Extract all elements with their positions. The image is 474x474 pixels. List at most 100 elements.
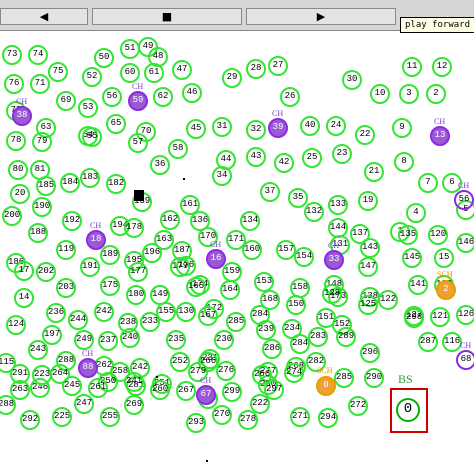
sensor-node[interactable]: 299 <box>222 382 242 402</box>
sensor-node[interactable]: 270 <box>212 405 232 425</box>
stop-button[interactable]: ■ <box>92 8 242 25</box>
sensor-node[interactable]: 69 <box>56 91 76 111</box>
sensor-node[interactable]: 175 <box>100 276 120 296</box>
sensor-node[interactable]: 71 <box>30 74 50 94</box>
sensor-node[interactable]: 164 <box>220 280 240 300</box>
sensor-node[interactable]: 28 <box>246 59 266 79</box>
sensor-node[interactable]: 191 <box>80 257 100 277</box>
sensor-node[interactable]: 74 <box>28 45 48 65</box>
sensor-node[interactable]: 62 <box>153 87 173 107</box>
sensor-node[interactable]: 290 <box>364 368 384 388</box>
sensor-node[interactable]: 24 <box>326 116 346 136</box>
sensor-node[interactable]: 239 <box>256 320 276 340</box>
cluster-head-node[interactable]: 16 <box>206 249 226 269</box>
sensor-node[interactable]: 9 <box>392 118 412 138</box>
sensor-node[interactable]: 293 <box>186 413 206 433</box>
sensor-node[interactable]: 75 <box>48 62 68 82</box>
sensor-node[interactable]: 46 <box>182 83 202 103</box>
cluster-head-node[interactable]: 59 <box>128 91 148 111</box>
cluster-head-node[interactable]: 38 <box>12 106 32 126</box>
sensor-node[interactable]: 269 <box>124 395 144 415</box>
sensor-node[interactable]: 126 <box>456 305 474 325</box>
sensor-node[interactable]: 65 <box>106 114 126 134</box>
play-forward-button[interactable]: ▶ <box>246 8 396 25</box>
sensor-node[interactable]: 25 <box>302 148 322 168</box>
sensor-node[interactable]: 60 <box>120 63 140 83</box>
cluster-head-node[interactable]: 68 <box>456 350 474 370</box>
sensor-node[interactable]: 160 <box>242 240 262 260</box>
sensor-node[interactable]: 167 <box>198 306 218 326</box>
sensor-node[interactable]: 244 <box>68 310 88 330</box>
sensor-node[interactable]: 241 <box>124 372 144 392</box>
sensor-node[interactable]: 184 <box>60 173 80 193</box>
sensor-node[interactable]: 153 <box>254 272 274 292</box>
sensor-node[interactable]: 278 <box>238 410 258 430</box>
sensor-node[interactable]: 274 <box>284 363 304 383</box>
sensor-node[interactable]: 283 <box>308 327 328 347</box>
sensor-node[interactable]: 285 <box>226 312 246 332</box>
base-station-node[interactable]: 0 <box>396 398 420 422</box>
sensor-node[interactable]: 15 <box>434 248 454 268</box>
sensor-node[interactable]: 284 <box>290 334 310 354</box>
sensor-node[interactable]: 266 <box>252 365 272 385</box>
sensor-node[interactable]: 165 <box>186 277 206 297</box>
sensor-node[interactable]: 272 <box>348 396 368 416</box>
sensor-node[interactable]: 261 <box>88 378 108 398</box>
sensor-node[interactable]: 7 <box>418 173 438 193</box>
sensor-node[interactable]: 80 <box>8 160 28 180</box>
sensor-node[interactable]: 200 <box>2 206 22 226</box>
sensor-node[interactable]: 145 <box>402 248 422 268</box>
sensor-node[interactable]: 8 <box>394 152 414 172</box>
sensor-node[interactable]: 292 <box>20 410 40 430</box>
sensor-node[interactable]: 130 <box>176 302 196 322</box>
sensor-node[interactable]: 247 <box>74 394 94 414</box>
sensor-node[interactable]: 26 <box>280 87 300 107</box>
sensor-node[interactable]: 20 <box>10 184 30 204</box>
sensor-node[interactable]: 188 <box>28 223 48 243</box>
cluster-head-node[interactable]: 67 <box>196 385 216 405</box>
secondary-cluster-head-node[interactable]: 0 <box>316 376 336 396</box>
sensor-node[interactable]: 249 <box>74 330 94 350</box>
sensor-node[interactable]: 243 <box>28 340 48 360</box>
sensor-node[interactable]: 37 <box>260 182 280 202</box>
sensor-node[interactable]: 19 <box>358 191 378 211</box>
sensor-node[interactable]: 182 <box>106 174 126 194</box>
cluster-head-node[interactable]: 33 <box>324 250 344 270</box>
sensor-node[interactable]: 223 <box>32 365 52 385</box>
sensor-node[interactable]: 180 <box>126 285 146 305</box>
sensor-node[interactable]: 40 <box>300 116 320 136</box>
secondary-cluster-head-node[interactable]: 2 <box>436 280 456 300</box>
sensor-node[interactable]: 36 <box>150 155 170 175</box>
sensor-node[interactable]: 11 <box>402 57 422 77</box>
rewind-button[interactable]: ◀ <box>0 8 88 25</box>
sensor-node[interactable]: 230 <box>214 330 234 350</box>
sensor-node[interactable]: 159 <box>222 262 242 282</box>
sensor-node[interactable]: 22 <box>355 125 375 145</box>
sensor-node[interactable]: 196 <box>142 243 162 263</box>
sensor-node[interactable]: 47 <box>172 60 192 80</box>
sensor-node[interactable]: 291 <box>10 364 30 384</box>
sensor-node[interactable]: 55 <box>82 127 102 147</box>
sensor-node[interactable]: 56 <box>102 87 122 107</box>
sensor-node[interactable]: 178 <box>124 218 144 238</box>
sensor-node[interactable]: 150 <box>286 295 306 315</box>
sensor-node[interactable]: 285 <box>334 368 354 388</box>
sensor-node[interactable]: 125 <box>358 295 378 315</box>
sensor-node[interactable]: 12 <box>432 57 452 77</box>
sensor-node[interactable]: 122 <box>378 290 398 310</box>
sensor-node[interactable]: 3 <box>399 84 419 104</box>
sensor-node[interactable]: 73 <box>2 45 22 65</box>
sensor-node[interactable]: 177 <box>128 262 148 282</box>
sensor-node[interactable]: 45 <box>186 119 206 139</box>
sensor-node[interactable]: 286 <box>262 339 282 359</box>
sensor-node[interactable]: 143 <box>360 238 380 258</box>
sensor-node[interactable]: 27 <box>268 56 288 76</box>
sensor-node[interactable]: 57 <box>128 133 148 153</box>
sensor-node[interactable]: 34 <box>212 166 232 186</box>
sensor-node[interactable]: 252 <box>170 352 190 372</box>
sensor-node[interactable]: 120 <box>428 225 448 245</box>
cluster-head-node[interactable]: 39 <box>268 118 288 138</box>
cluster-head-node[interactable]: 88 <box>78 358 98 378</box>
sensor-node[interactable]: 132 <box>304 202 324 222</box>
sensor-node[interactable]: 260 <box>150 380 170 400</box>
